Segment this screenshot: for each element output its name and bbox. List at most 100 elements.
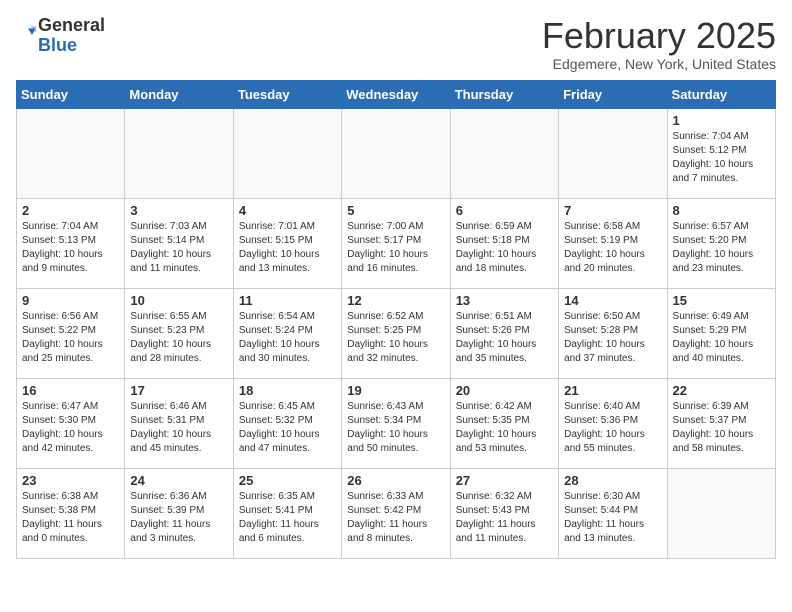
week-row-3: 9 Sunrise: 6:56 AM Sunset: 5:22 PM Daylig… bbox=[17, 288, 776, 378]
day-info: Sunrise: 6:47 AM Sunset: 5:30 PM Dayligh… bbox=[22, 400, 119, 456]
day-info: Sunrise: 7:01 AM Sunset: 5:15 PM Dayligh… bbox=[239, 220, 336, 276]
calendar-cell bbox=[667, 468, 775, 558]
day-info: Sunrise: 6:32 AM Sunset: 5:43 PM Dayligh… bbox=[456, 490, 553, 546]
day-info: Sunrise: 6:30 AM Sunset: 5:44 PM Dayligh… bbox=[564, 490, 661, 546]
day-number: 26 bbox=[347, 473, 444, 488]
calendar-cell: 13 Sunrise: 6:51 AM Sunset: 5:26 PM Dayli… bbox=[450, 288, 558, 378]
logo-icon bbox=[16, 23, 36, 43]
calendar-cell: 21 Sunrise: 6:40 AM Sunset: 5:36 PM Dayli… bbox=[559, 378, 667, 468]
day-header-thursday: Thursday bbox=[450, 80, 558, 108]
calendar-cell: 16 Sunrise: 6:47 AM Sunset: 5:30 PM Dayli… bbox=[17, 378, 125, 468]
day-number: 27 bbox=[456, 473, 553, 488]
day-number: 23 bbox=[22, 473, 119, 488]
day-info: Sunrise: 6:43 AM Sunset: 5:34 PM Dayligh… bbox=[347, 400, 444, 456]
month-title: February 2025 bbox=[542, 16, 776, 56]
day-number: 9 bbox=[22, 293, 119, 308]
day-info: Sunrise: 7:04 AM Sunset: 5:13 PM Dayligh… bbox=[22, 220, 119, 276]
calendar-cell: 3 Sunrise: 7:03 AM Sunset: 5:14 PM Daylig… bbox=[125, 198, 233, 288]
day-number: 3 bbox=[130, 203, 227, 218]
day-info: Sunrise: 6:58 AM Sunset: 5:19 PM Dayligh… bbox=[564, 220, 661, 276]
logo-text: General Blue bbox=[38, 16, 105, 56]
calendar-cell: 22 Sunrise: 6:39 AM Sunset: 5:37 PM Dayli… bbox=[667, 378, 775, 468]
day-number: 21 bbox=[564, 383, 661, 398]
day-info: Sunrise: 7:00 AM Sunset: 5:17 PM Dayligh… bbox=[347, 220, 444, 276]
calendar-cell: 2 Sunrise: 7:04 AM Sunset: 5:13 PM Daylig… bbox=[17, 198, 125, 288]
day-info: Sunrise: 6:46 AM Sunset: 5:31 PM Dayligh… bbox=[130, 400, 227, 456]
day-header-sunday: Sunday bbox=[17, 80, 125, 108]
day-info: Sunrise: 6:42 AM Sunset: 5:35 PM Dayligh… bbox=[456, 400, 553, 456]
day-info: Sunrise: 6:54 AM Sunset: 5:24 PM Dayligh… bbox=[239, 310, 336, 366]
day-info: Sunrise: 6:59 AM Sunset: 5:18 PM Dayligh… bbox=[456, 220, 553, 276]
day-number: 13 bbox=[456, 293, 553, 308]
day-number: 4 bbox=[239, 203, 336, 218]
calendar-cell: 27 Sunrise: 6:32 AM Sunset: 5:43 PM Dayli… bbox=[450, 468, 558, 558]
day-number: 16 bbox=[22, 383, 119, 398]
day-number: 24 bbox=[130, 473, 227, 488]
calendar-cell bbox=[342, 108, 450, 198]
calendar-cell: 10 Sunrise: 6:55 AM Sunset: 5:23 PM Dayli… bbox=[125, 288, 233, 378]
day-number: 15 bbox=[673, 293, 770, 308]
calendar-table: SundayMondayTuesdayWednesdayThursdayFrid… bbox=[16, 80, 776, 559]
day-number: 2 bbox=[22, 203, 119, 218]
page-header: General Blue February 2025 Edgemere, New… bbox=[16, 16, 776, 72]
day-info: Sunrise: 6:50 AM Sunset: 5:28 PM Dayligh… bbox=[564, 310, 661, 366]
calendar-cell: 7 Sunrise: 6:58 AM Sunset: 5:19 PM Daylig… bbox=[559, 198, 667, 288]
calendar-cell bbox=[17, 108, 125, 198]
day-number: 11 bbox=[239, 293, 336, 308]
calendar-cell: 12 Sunrise: 6:52 AM Sunset: 5:25 PM Dayli… bbox=[342, 288, 450, 378]
days-header-row: SundayMondayTuesdayWednesdayThursdayFrid… bbox=[17, 80, 776, 108]
calendar-cell: 26 Sunrise: 6:33 AM Sunset: 5:42 PM Dayli… bbox=[342, 468, 450, 558]
day-number: 12 bbox=[347, 293, 444, 308]
day-info: Sunrise: 6:55 AM Sunset: 5:23 PM Dayligh… bbox=[130, 310, 227, 366]
day-info: Sunrise: 6:36 AM Sunset: 5:39 PM Dayligh… bbox=[130, 490, 227, 546]
calendar-cell: 14Sunrise: 6:50 AM Sunset: 5:28 PM Dayli… bbox=[559, 288, 667, 378]
week-row-2: 2 Sunrise: 7:04 AM Sunset: 5:13 PM Daylig… bbox=[17, 198, 776, 288]
day-number: 5 bbox=[347, 203, 444, 218]
calendar-cell bbox=[233, 108, 341, 198]
calendar-cell: 19Sunrise: 6:43 AM Sunset: 5:34 PM Dayli… bbox=[342, 378, 450, 468]
calendar-cell: 25 Sunrise: 6:35 AM Sunset: 5:41 PM Dayli… bbox=[233, 468, 341, 558]
week-row-5: 23Sunrise: 6:38 AM Sunset: 5:38 PM Dayli… bbox=[17, 468, 776, 558]
calendar-cell: 18Sunrise: 6:45 AM Sunset: 5:32 PM Dayli… bbox=[233, 378, 341, 468]
day-number: 20 bbox=[456, 383, 553, 398]
day-number: 25 bbox=[239, 473, 336, 488]
logo: General Blue bbox=[16, 16, 105, 56]
calendar-cell: 17 Sunrise: 6:46 AM Sunset: 5:31 PM Dayli… bbox=[125, 378, 233, 468]
day-info: Sunrise: 6:51 AM Sunset: 5:26 PM Dayligh… bbox=[456, 310, 553, 366]
calendar-cell: 23Sunrise: 6:38 AM Sunset: 5:38 PM Dayli… bbox=[17, 468, 125, 558]
day-header-friday: Friday bbox=[559, 80, 667, 108]
calendar-cell: 11 Sunrise: 6:54 AM Sunset: 5:24 PM Dayli… bbox=[233, 288, 341, 378]
day-number: 17 bbox=[130, 383, 227, 398]
day-info: Sunrise: 6:39 AM Sunset: 5:37 PM Dayligh… bbox=[673, 400, 770, 456]
day-number: 10 bbox=[130, 293, 227, 308]
calendar-cell: 6Sunrise: 6:59 AM Sunset: 5:18 PM Daylig… bbox=[450, 198, 558, 288]
day-number: 1 bbox=[673, 113, 770, 128]
calendar-cell bbox=[450, 108, 558, 198]
calendar-cell: 1Sunrise: 7:04 AM Sunset: 5:12 PM Daylig… bbox=[667, 108, 775, 198]
day-info: Sunrise: 6:49 AM Sunset: 5:29 PM Dayligh… bbox=[673, 310, 770, 366]
calendar-cell: 20 Sunrise: 6:42 AM Sunset: 5:35 PM Dayli… bbox=[450, 378, 558, 468]
day-info: Sunrise: 6:33 AM Sunset: 5:42 PM Dayligh… bbox=[347, 490, 444, 546]
day-number: 7 bbox=[564, 203, 661, 218]
calendar-cell: 8 Sunrise: 6:57 AM Sunset: 5:20 PM Daylig… bbox=[667, 198, 775, 288]
day-info: Sunrise: 7:03 AM Sunset: 5:14 PM Dayligh… bbox=[130, 220, 227, 276]
day-info: Sunrise: 6:52 AM Sunset: 5:25 PM Dayligh… bbox=[347, 310, 444, 366]
calendar-cell: 28 Sunrise: 6:30 AM Sunset: 5:44 PM Dayli… bbox=[559, 468, 667, 558]
day-info: Sunrise: 6:35 AM Sunset: 5:41 PM Dayligh… bbox=[239, 490, 336, 546]
week-row-4: 16 Sunrise: 6:47 AM Sunset: 5:30 PM Dayli… bbox=[17, 378, 776, 468]
day-header-monday: Monday bbox=[125, 80, 233, 108]
day-info: Sunrise: 6:45 AM Sunset: 5:32 PM Dayligh… bbox=[239, 400, 336, 456]
calendar-cell bbox=[559, 108, 667, 198]
day-number: 28 bbox=[564, 473, 661, 488]
day-number: 22 bbox=[673, 383, 770, 398]
title-block: February 2025 Edgemere, New York, United… bbox=[542, 16, 776, 72]
calendar-cell: 4 Sunrise: 7:01 AM Sunset: 5:15 PM Daylig… bbox=[233, 198, 341, 288]
day-number: 8 bbox=[673, 203, 770, 218]
calendar-cell bbox=[125, 108, 233, 198]
location-subtitle: Edgemere, New York, United States bbox=[542, 56, 776, 72]
day-info: Sunrise: 6:40 AM Sunset: 5:36 PM Dayligh… bbox=[564, 400, 661, 456]
day-info: Sunrise: 6:57 AM Sunset: 5:20 PM Dayligh… bbox=[673, 220, 770, 276]
calendar-cell: 9 Sunrise: 6:56 AM Sunset: 5:22 PM Daylig… bbox=[17, 288, 125, 378]
calendar-cell: 15 Sunrise: 6:49 AM Sunset: 5:29 PM Dayli… bbox=[667, 288, 775, 378]
day-info: Sunrise: 6:56 AM Sunset: 5:22 PM Dayligh… bbox=[22, 310, 119, 366]
